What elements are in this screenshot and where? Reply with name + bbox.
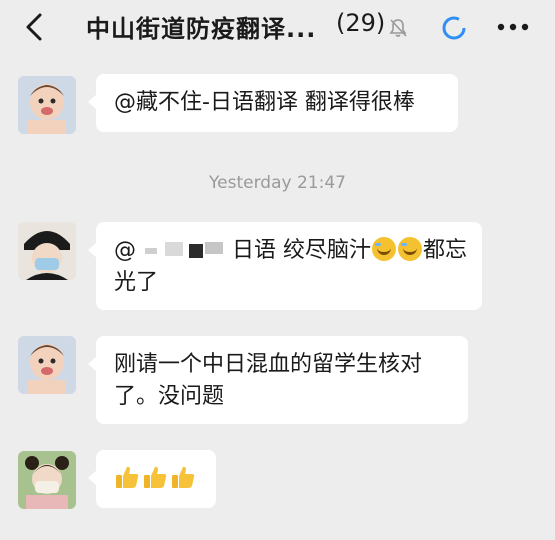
- message-bubble-2[interactable]: @ 日语 绞尽脑汁 都忘 光了: [88, 222, 482, 310]
- message-bubble-4[interactable]: [88, 450, 216, 508]
- bell-muted-icon: [389, 19, 407, 37]
- message-text-line2: 光了: [114, 270, 159, 295]
- loading-circle-icon[interactable]: [440, 14, 468, 42]
- thumbs-up-emoji: [172, 466, 195, 488]
- message-text-line2: 了。没问题: [114, 384, 225, 409]
- baby-avatar[interactable]: [18, 76, 76, 134]
- chat-title: 中山街道防疫翻译...: [86, 15, 317, 43]
- laughing-tears-emoji: [398, 237, 422, 261]
- child-mask-avatar[interactable]: [18, 451, 76, 509]
- thumbs-up-emoji: [116, 466, 139, 488]
- baby-avatar[interactable]: [18, 336, 76, 394]
- masked-person-avatar[interactable]: [18, 222, 76, 280]
- message-text-line1: 刚请一个中日混血的留学生核对: [114, 352, 423, 377]
- laughing-tears-emoji: [372, 237, 396, 261]
- mention-prefix: @: [114, 238, 136, 263]
- thumbs-up-emoji: [144, 466, 167, 488]
- message-text-part: 日语 绞尽脑汁: [232, 238, 371, 263]
- chevron-left-icon[interactable]: [22, 12, 46, 42]
- chat-header: 中山街道防疫翻译... (29): [0, 0, 555, 56]
- message-text: @藏不住-日语翻译 翻译得很棒: [114, 90, 415, 115]
- member-count: (29): [336, 9, 386, 37]
- message-text-part: 都忘: [423, 238, 468, 263]
- redacted-name-block: [145, 242, 223, 258]
- chat-timestamp: Yesterday 21:47: [209, 173, 346, 193]
- message-bubble-3[interactable]: 刚请一个中日混血的留学生核对 了。没问题: [88, 336, 468, 424]
- more-dots-icon[interactable]: [497, 23, 529, 31]
- message-bubble-1[interactable]: @藏不住-日语翻译 翻译得很棒: [88, 74, 458, 132]
